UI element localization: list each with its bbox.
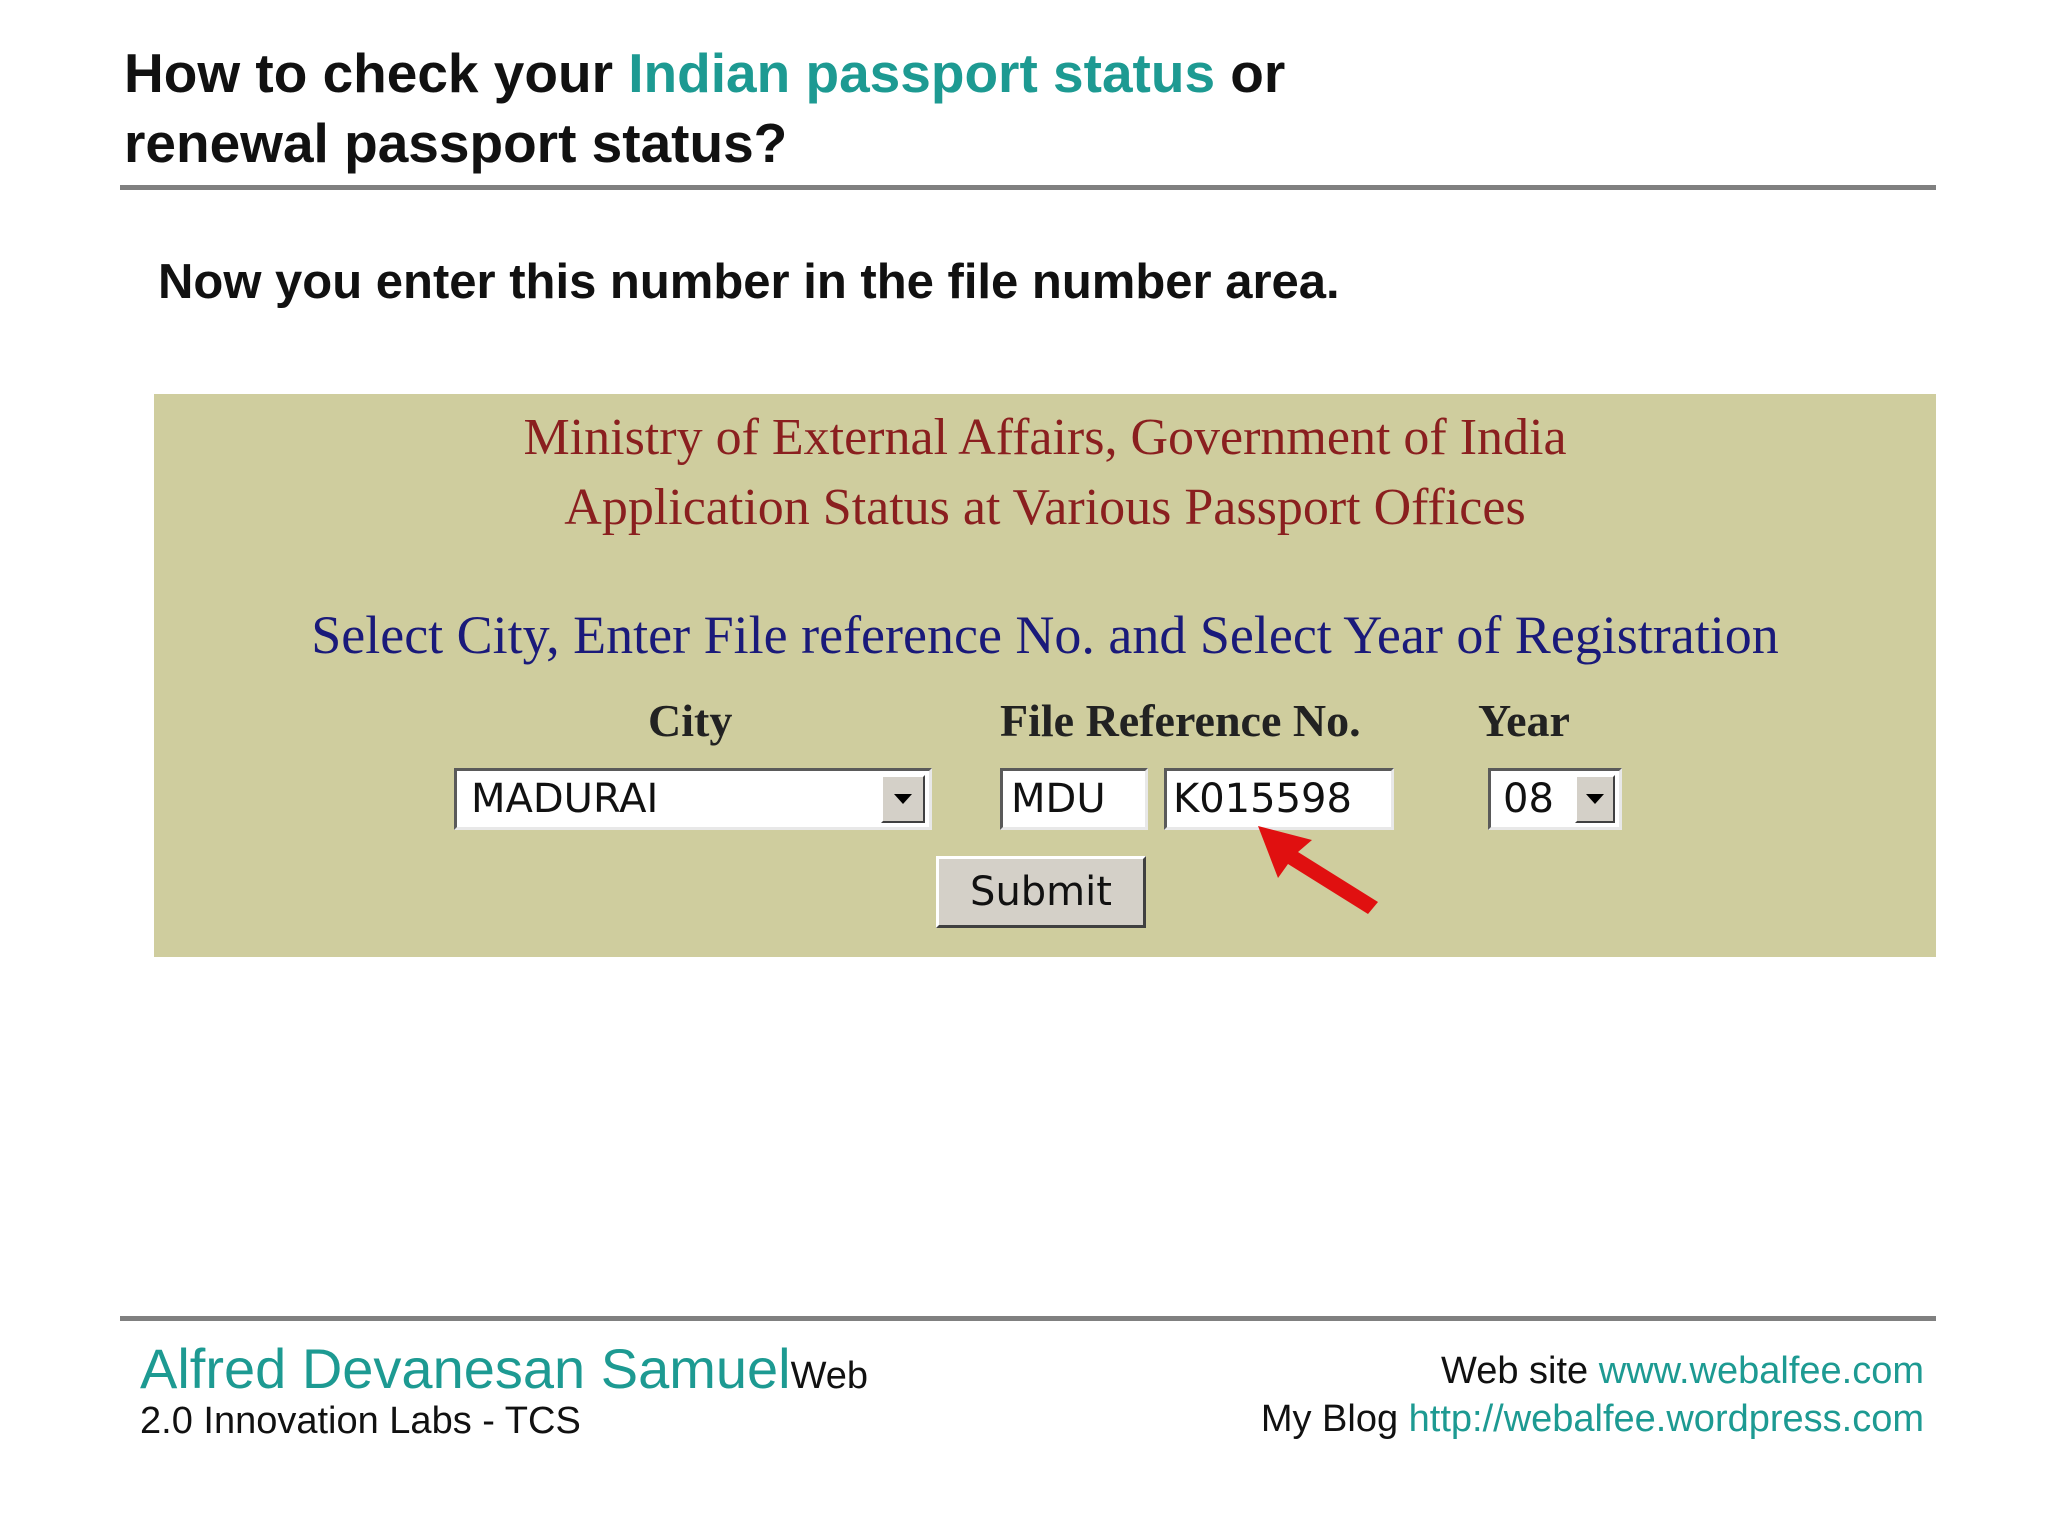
year-select[interactable]: 08 <box>1488 768 1622 830</box>
website-link[interactable]: www.webalfee.com <box>1599 1350 1924 1392</box>
passport-status-form-screenshot: Ministry of External Affairs, Government… <box>154 394 1936 957</box>
author-name: Alfred Devanesan Samuel <box>140 1337 791 1400</box>
title-accent-text: Indian passport status <box>628 42 1216 104</box>
organization-part2: 2.0 Innovation Labs - TCS <box>140 1400 581 1442</box>
organization-part1: Web <box>790 1355 869 1397</box>
website-line: Web site www.webalfee.com <box>1441 1350 1924 1393</box>
city-label: City <box>648 695 733 746</box>
slide-title: How to check your Indian passport status… <box>124 38 1724 178</box>
title-text-part2: or <box>1215 42 1286 104</box>
city-dropdown-button[interactable] <box>881 775 925 823</box>
application-status-heading: Application Status at Various Passport O… <box>564 479 1526 536</box>
ministry-heading: Ministry of External Affairs, Government… <box>523 409 1567 466</box>
city-select[interactable]: MADURAI <box>454 768 932 830</box>
year-select-value: 08 <box>1503 776 1554 822</box>
bottom-divider <box>120 1316 1936 1321</box>
form-prompt: Select City, Enter File reference No. an… <box>311 605 1779 665</box>
website-label: Web site <box>1441 1350 1599 1392</box>
slide: How to check your Indian passport status… <box>0 0 2048 1536</box>
year-dropdown-button[interactable] <box>1575 775 1615 823</box>
author-line: Alfred Devanesan SamuelWeb <box>140 1336 868 1401</box>
red-pointer-arrow-icon <box>1258 826 1378 914</box>
year-label: Year <box>1478 695 1570 746</box>
blog-line: My Blog http://webalfee.wordpress.com <box>1261 1398 1924 1441</box>
submit-button[interactable]: Submit <box>936 856 1146 928</box>
chevron-down-icon <box>1586 794 1604 804</box>
title-text-line2: renewal passport status? <box>124 112 788 174</box>
title-text-part1: How to check your <box>124 42 629 104</box>
file-prefix-input[interactable]: MDU <box>1000 768 1148 830</box>
instruction-text: Now you enter this number in the file nu… <box>158 255 1340 309</box>
city-select-value: MADURAI <box>471 776 659 822</box>
blog-label: My Blog <box>1260 1398 1409 1440</box>
file-reference-label: File Reference No. <box>1000 695 1361 746</box>
chevron-down-icon <box>894 794 912 804</box>
blog-link[interactable]: http://webalfee.wordpress.com <box>1409 1398 1924 1440</box>
top-divider <box>120 185 1936 190</box>
